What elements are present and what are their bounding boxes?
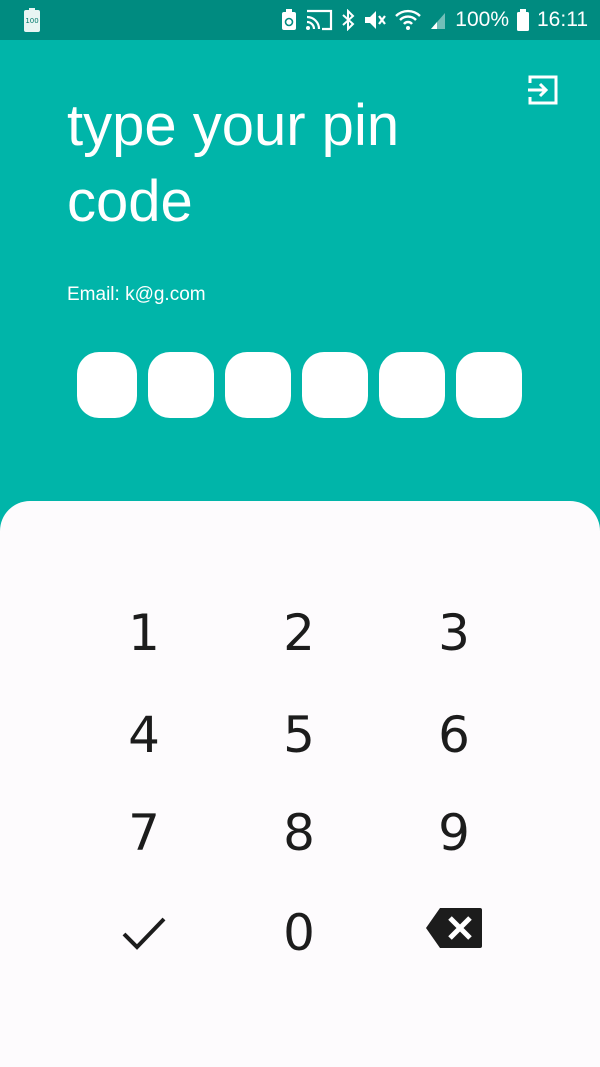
confirm-button[interactable] bbox=[84, 893, 204, 973]
key-4[interactable]: 4 bbox=[84, 695, 204, 775]
key-5[interactable]: 5 bbox=[239, 695, 359, 775]
signal-icon bbox=[429, 9, 447, 31]
status-left: 100 bbox=[24, 8, 40, 32]
battery-icon bbox=[517, 9, 529, 31]
pin-digit-box[interactable] bbox=[225, 352, 291, 418]
pin-digit-box[interactable] bbox=[379, 352, 445, 418]
key-3[interactable]: 3 bbox=[394, 593, 514, 673]
exit-icon[interactable] bbox=[526, 73, 560, 107]
delete-button[interactable] bbox=[394, 893, 514, 973]
pin-digit-box[interactable] bbox=[148, 352, 214, 418]
key-8[interactable]: 8 bbox=[239, 793, 359, 873]
battery-notification-icon: 100 bbox=[24, 8, 40, 32]
key-2[interactable]: 2 bbox=[239, 593, 359, 673]
key-7[interactable]: 7 bbox=[84, 793, 204, 873]
bluetooth-icon bbox=[341, 9, 355, 31]
pin-digit-box[interactable] bbox=[302, 352, 368, 418]
wifi-icon bbox=[395, 9, 422, 31]
status-time: 16:11 bbox=[537, 8, 588, 31]
key-1[interactable]: 1 bbox=[84, 593, 204, 673]
pin-digit-box[interactable] bbox=[456, 352, 522, 418]
cast-icon bbox=[305, 9, 333, 31]
checkmark-icon bbox=[122, 904, 166, 962]
status-bar: 100 100% 16:11 bbox=[0, 0, 600, 40]
page-title: type your pin code bbox=[67, 93, 400, 234]
mute-icon bbox=[363, 9, 387, 31]
key-6[interactable]: 6 bbox=[394, 695, 514, 775]
pin-input[interactable] bbox=[77, 352, 522, 418]
keypad: 1 2 3 4 5 6 7 8 9 0 bbox=[0, 501, 600, 1067]
status-right: 100% 16:11 bbox=[281, 0, 588, 40]
key-0[interactable]: 0 bbox=[239, 893, 359, 973]
pin-digit-box[interactable] bbox=[77, 352, 137, 418]
recycle-battery-icon bbox=[281, 9, 297, 31]
battery-percent: 100% bbox=[455, 8, 509, 31]
key-9[interactable]: 9 bbox=[394, 793, 514, 873]
battery-notification-label: 100 bbox=[25, 17, 39, 25]
email-label: Email: k@g.com bbox=[67, 284, 206, 305]
backspace-icon bbox=[424, 904, 484, 962]
